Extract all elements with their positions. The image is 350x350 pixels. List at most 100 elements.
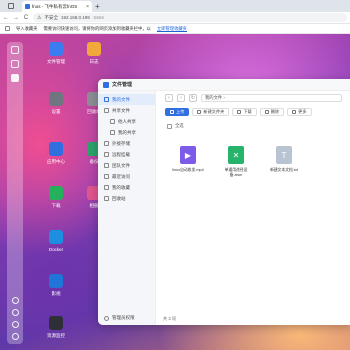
new-folder-button[interactable]: 新建文件夹 <box>192 107 230 116</box>
refresh-icon[interactable]: ↻ <box>189 94 197 102</box>
nav-item-3[interactable]: 我的共享 <box>98 127 155 138</box>
app-center-icon <box>49 142 63 156</box>
manage-bookmarks-link[interactable]: 立即管理收藏夹 <box>157 26 187 32</box>
download-label: 下载 <box>243 108 252 114</box>
dock-sidebar <box>7 42 23 344</box>
desktop-app-label: 日志 <box>89 59 99 64</box>
bookmark-hint: 需要访问快速访问，请将你的网页添加到收藏夹栏中，以 <box>43 25 151 31</box>
file-manager-sidebar: 我的文件 共享文件 他人共享 我的共享 外接存储 远程挂载 团队文件 最近访问 我的收藏 回收站 … <box>98 91 156 325</box>
user-icon[interactable] <box>11 321 19 328</box>
file-grid: ▶ linux自动收发.mp4 ✕ 单通用途径设备.xlsm T 新建文本文档.txt <box>157 132 350 178</box>
file-item[interactable]: T 新建文本文档.txt <box>267 146 301 178</box>
desktop-app-label: 应用中心 <box>47 159 65 164</box>
nav-item-label: 他人共享 <box>118 118 136 124</box>
delete-icon <box>264 109 269 114</box>
url-host: 192.168.0.199 <box>60 15 90 20</box>
desktop-app-9[interactable]: 影视 <box>38 274 74 297</box>
more-label: 更多 <box>298 108 307 114</box>
select-all-checkbox[interactable] <box>167 123 172 129</box>
desktop-app-0[interactable]: 文件管理 <box>38 42 74 65</box>
desktop-app-6[interactable]: 下载 <box>38 186 74 209</box>
nav-item-5[interactable]: 远程挂载 <box>98 149 155 160</box>
desktop-app-label: 下载 <box>51 203 61 208</box>
delete-label: 删除 <box>270 108 280 114</box>
more-icon <box>292 109 297 114</box>
file-item[interactable]: ▶ linux自动收发.mp4 <box>171 146 205 178</box>
tab-close-icon[interactable]: × <box>86 4 89 10</box>
url-field[interactable]: ⚠ 不安全 192.168.0.199:5666 <box>33 13 347 22</box>
upload-icon <box>170 109 174 114</box>
new-tab-button[interactable]: + <box>95 1 100 12</box>
permission-footer[interactable]: 管理员权限 <box>104 315 135 321</box>
docker-icon <box>49 230 63 244</box>
path-input[interactable]: 我的文件 › <box>201 94 342 102</box>
video-file-icon: ▶ <box>180 146 196 164</box>
desktop-app-4[interactable]: 应用中心 <box>38 142 74 165</box>
back-arrow-icon[interactable]: ‹ <box>165 94 173 102</box>
download-button[interactable]: 下载 <box>232 107 257 116</box>
file-manager-icon <box>103 81 109 88</box>
nav-item-icon <box>104 141 109 146</box>
more-button[interactable]: 更多 <box>287 107 312 116</box>
back-button[interactable]: ← <box>3 15 9 21</box>
download-icon <box>49 186 63 200</box>
desktop-app-label: 设置 <box>51 109 61 114</box>
nav-item-icon <box>104 108 109 113</box>
info-icon[interactable] <box>11 309 19 316</box>
file-toolbar: 上传 新建文件夹 下载 删除 更多 <box>157 105 350 118</box>
delete-button[interactable]: 删除 <box>259 107 285 116</box>
desktop-app-10[interactable]: 资源监控 <box>38 316 74 339</box>
file-item[interactable]: ✕ 单通用途径设备.xlsm <box>219 146 253 178</box>
reload-button[interactable]: C <box>23 15 29 21</box>
nav-item-9[interactable]: 回收站 <box>98 193 155 204</box>
nav-item-icon <box>104 97 109 102</box>
tab-favicon-icon <box>25 4 30 9</box>
new-folder-label: 新建文件夹 <box>203 108 225 114</box>
nav-item-7[interactable]: 最近访问 <box>98 171 155 182</box>
nav-item-label: 外接存储 <box>112 140 130 146</box>
desktop-app-8[interactable]: Docker <box>38 230 74 252</box>
dashboard-icon[interactable] <box>11 46 19 54</box>
nav-item-label: 团队文件 <box>112 162 130 168</box>
nav-item-2[interactable]: 他人共享 <box>98 116 155 127</box>
nav-item-icon <box>104 163 109 168</box>
status-bar: 共 3 项 <box>163 316 177 321</box>
desktop-app-label: 文件管理 <box>47 59 65 64</box>
import-bookmarks-button[interactable]: 导入收藏夹 <box>16 26 37 32</box>
file-manager-main: ‹ › ↻ 我的文件 › 上传 新建文件夹 下载 删除 更多 全选 ▶ linux… <box>157 91 350 325</box>
video-icon <box>49 274 63 288</box>
browser-tab[interactable]: fnos - 飞牛私有云fnOS × <box>22 1 92 12</box>
nav-item-label: 我的文件 <box>112 96 130 102</box>
files-dock-icon[interactable] <box>11 74 19 82</box>
screen-icon[interactable] <box>11 60 19 68</box>
upload-button[interactable]: 上传 <box>165 107 190 116</box>
nav-item-icon <box>110 119 115 124</box>
nav-item-0[interactable]: 我的文件 <box>98 94 155 105</box>
nav-item-8[interactable]: 我的收藏 <box>98 182 155 193</box>
power-icon[interactable] <box>11 333 19 340</box>
desktop-app-label: 资源监控 <box>47 333 65 338</box>
notification-icon[interactable] <box>11 297 19 304</box>
nav-item-4[interactable]: 外接存储 <box>98 138 155 149</box>
file-name: 单通用途径设备.xlsm <box>224 168 248 177</box>
desktop-app-1[interactable]: 日志 <box>76 42 112 65</box>
window-titlebar[interactable]: 文件管理 <box>98 79 350 91</box>
gear-icon <box>49 92 63 106</box>
forward-button[interactable]: → <box>13 15 19 21</box>
address-bar-row: ← → C ⚠ 不安全 192.168.0.199:5666 <box>0 12 350 24</box>
forward-arrow-icon[interactable]: › <box>177 94 185 102</box>
nav-item-1[interactable]: 共享文件 <box>98 105 155 116</box>
nav-item-6[interactable]: 团队文件 <box>98 160 155 171</box>
import-bookmarks-icon <box>5 26 10 31</box>
file-name: 新建文本文档.txt <box>270 168 298 172</box>
log-icon <box>87 42 101 56</box>
upload-label: 上传 <box>176 108 185 114</box>
tab-title: fnos - 飞牛私有云fnOS <box>32 3 78 9</box>
desktop-app-2[interactable]: 设置 <box>38 92 74 115</box>
nav-item-icon <box>104 196 109 201</box>
window-buttons[interactable] <box>0 0 22 12</box>
nav-item-label: 共享文件 <box>112 107 130 113</box>
nav-item-icon <box>110 130 115 135</box>
url-port: :5666 <box>92 15 105 20</box>
select-all-row[interactable]: 全选 <box>157 120 350 132</box>
